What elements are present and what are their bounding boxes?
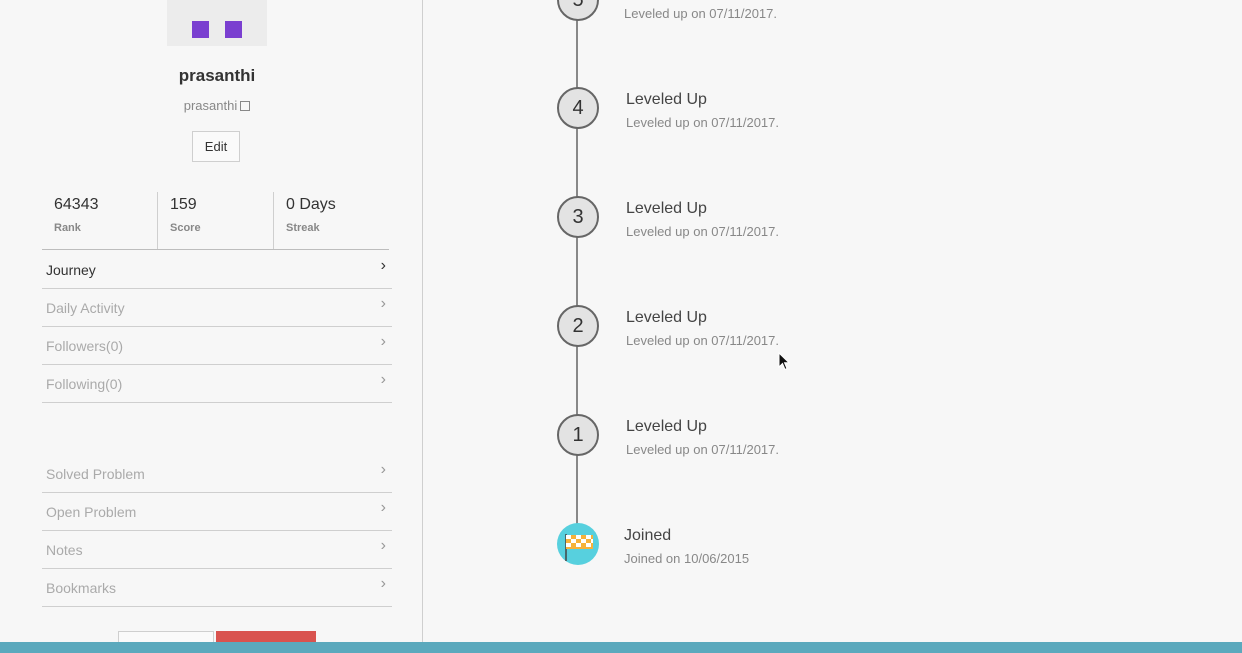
avatar-pixel [192,21,209,38]
menu-item-label: Solved Problem [46,466,145,482]
chevron-right-icon: › [380,257,386,274]
event-title: Joined [624,527,672,544]
menu-item-following[interactable]: Following(0) › [42,365,392,403]
profile-handle: prasanthi [0,98,434,113]
chevron-right-icon: › [380,295,386,312]
menu-item-label: Bookmarks [46,580,117,596]
profile-handle-text: prasanthi [183,98,238,113]
chevron-right-icon: › [380,537,386,554]
chevron-right-icon: › [380,333,386,350]
timeline-line [576,0,578,545]
level-badge: 2 [557,305,599,347]
menu-item-open-problem[interactable]: Open Problem › [42,493,392,531]
menu-item-label: Followers(0) [46,338,124,354]
menu-item-label: Notes [46,542,83,558]
chevron-right-icon: › [380,461,386,478]
stat-value: 159 [170,196,197,213]
event-subtitle: Leveled up on 07/11/2017. [626,224,780,239]
avatar [167,0,267,46]
event-subtitle: Joined on 10/06/2015 [624,551,750,566]
stat-label: Rank [54,222,81,234]
stat-streak: 0 Days Streak [273,192,389,249]
level-badge: 3 [557,196,599,238]
menu-item-label: Open Problem [46,504,137,520]
menu-item-daily-activity[interactable]: Daily Activity › [42,289,392,327]
avatar-pixel [225,21,242,38]
mouse-cursor-icon [778,352,790,371]
menu-item-solved-problem[interactable]: Solved Problem › [42,455,392,493]
edit-button[interactable]: Edit [192,131,240,162]
chevron-right-icon: › [380,371,386,388]
event-subtitle: Leveled up on 07/11/2017. [626,115,780,130]
menu-item-notes[interactable]: Notes › [42,531,392,569]
event-title: Leveled Up [626,200,707,217]
menu-item-bookmarks[interactable]: Bookmarks › [42,569,392,607]
event-subtitle: Leveled up on 07/11/2017. [624,6,778,21]
event-subtitle: Leveled up on 07/11/2017. [626,333,780,348]
panel-divider [422,0,423,642]
checkered-flag-icon [565,534,593,561]
event-title: Leveled Up [626,418,707,435]
menu-item-label: Journey [46,262,96,278]
stat-value: 64343 [54,196,99,213]
profile-menu-primary: Journey › Daily Activity › Followers(0) … [42,251,392,403]
level-badge: 4 [557,87,599,129]
external-link-icon[interactable] [240,101,251,111]
stat-score: 159 Score [157,192,273,249]
joined-badge [557,523,599,565]
profile-menu-secondary: Solved Problem › Open Problem › Notes › … [42,455,392,607]
menu-item-followers[interactable]: Followers(0) › [42,327,392,365]
chevron-right-icon: › [380,499,386,516]
chevron-right-icon: › [380,575,386,592]
stat-label: Streak [286,222,320,234]
event-title: Leveled Up [626,91,707,108]
stat-value: 0 Days [286,196,336,213]
level-badge: 1 [557,414,599,456]
menu-item-label: Following(0) [46,376,123,392]
bottom-bar [0,642,1242,653]
profile-panel: prasanthi prasanthi Edit 64343 Rank 159 … [0,0,422,648]
menu-item-journey[interactable]: Journey › [42,251,392,289]
stat-rank: 64343 Rank [42,192,157,249]
profile-name: prasanthi [178,66,256,85]
event-title: Leveled Up [626,309,707,326]
level-badge: 5 [557,0,599,21]
stats-row: 64343 Rank 159 Score 0 Days Streak [42,192,389,250]
stat-label: Score [170,222,201,234]
event-subtitle: Leveled up on 07/11/2017. [626,442,780,457]
menu-item-label: Daily Activity [46,300,125,316]
